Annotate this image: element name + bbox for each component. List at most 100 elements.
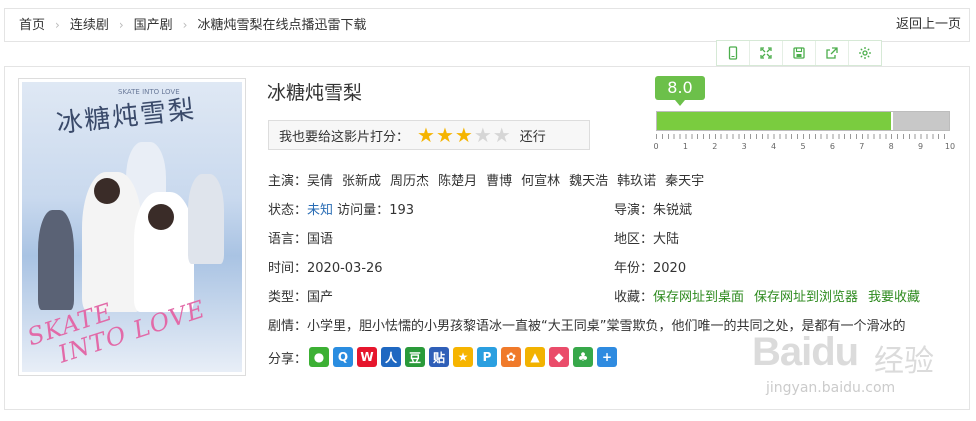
year-value: 2020 [653, 261, 687, 276]
plot-label: 剧情： [268, 319, 308, 334]
bookmark-icon[interactable]: ▲ [525, 347, 546, 367]
share-label: 分享： [268, 351, 308, 367]
cast-member-link[interactable]: 陈楚月 [438, 174, 477, 189]
breadcrumb: 首页 › 连续剧 › 国产剧 › 冰糖炖雪梨在线点播迅雷下载 [19, 9, 367, 41]
cast-member-link[interactable]: 魏天浩 [569, 174, 608, 189]
poster[interactable]: SKATE INTO LOVE 冰糖炖雪梨 SKATE INTO LOVE [18, 78, 246, 376]
year-row: 年份：2020 [614, 257, 686, 276]
status-row: 状态：未知 访问量：193 [268, 199, 414, 218]
rating-box: 我也要给这影片打分： ★ ★ ★ ★ ★ 还行 [268, 120, 590, 150]
breadcrumb-separator: › [182, 18, 188, 32]
director-row: 导演：朱锐斌 [614, 199, 692, 218]
poster-image: SKATE INTO LOVE 冰糖炖雪梨 SKATE INTO LOVE [22, 82, 242, 372]
year-label: 年份： [614, 261, 654, 276]
poster-figure [188, 174, 224, 264]
score-tick-label: 6 [829, 142, 835, 151]
type-label: 类型： [268, 290, 308, 305]
cast-member-link[interactable]: 秦天宇 [665, 174, 704, 189]
language-row: 语言：国语 [268, 228, 333, 247]
rating-star-icon[interactable]: ★ [474, 125, 492, 145]
score-tick-label: 10 [944, 142, 956, 151]
settings-button[interactable] [849, 41, 881, 65]
breadcrumb-bar: 首页 › 连续剧 › 国产剧 › 冰糖炖雪梨在线点播迅雷下载 返回上一页 [4, 8, 970, 42]
qq-icon[interactable]: Q [333, 347, 354, 367]
cast-member-link[interactable]: 韩玖诺 [617, 174, 656, 189]
cast-member-link[interactable]: 周历杰 [390, 174, 429, 189]
qzone-icon[interactable]: ★ [453, 347, 474, 367]
breadcrumb-separator: › [55, 18, 60, 32]
score-tick-label: 0 [653, 142, 659, 151]
cast-row: 主演：吴倩 张新成 周历杰 陈楚月 曹博 何宣林 魏天浩 韩玖诺 秦天宇 [268, 170, 713, 189]
renren-icon[interactable]: 人 [381, 347, 402, 367]
pengyou-icon[interactable]: P [477, 347, 498, 367]
score-badge: 8.0 [655, 76, 705, 106]
tieba-icon[interactable]: 贴 [429, 347, 450, 367]
share-out-icon [826, 47, 838, 59]
score-scale: 0 1 2 3 4 5 6 7 8 9 10 [653, 134, 955, 152]
status-value[interactable]: 未知 [307, 203, 333, 218]
score-tick-label: 2 [712, 142, 718, 151]
youdao-icon[interactable]: ◆ [549, 347, 570, 367]
breadcrumb-separator: › [118, 18, 124, 32]
breadcrumb-current: 冰糖炖雪梨在线点播迅雷下载 [197, 18, 367, 33]
save-icon [793, 47, 805, 59]
director-label: 导演： [614, 203, 654, 218]
flower-icon[interactable]: ✿ [501, 347, 522, 367]
cast-member-link[interactable]: 曹博 [486, 174, 512, 189]
rating-star-icon[interactable]: ★ [436, 125, 454, 145]
save-button[interactable] [783, 41, 816, 65]
director-value[interactable]: 朱锐斌 [653, 203, 692, 218]
plot-row: 剧情：小学里，胆小怯懦的小男孩黎语冰一直被“大王同桌”棠雪欺负，他们唯一的共同之… [268, 315, 958, 334]
cast-member-link[interactable]: 张新成 [342, 174, 381, 189]
score-tick-label: 3 [741, 142, 747, 151]
poster-figure [38, 210, 74, 310]
clover-icon[interactable]: ♣ [573, 347, 594, 367]
type-value: 国产 [307, 290, 334, 305]
breadcrumb-domestic-link[interactable]: 国产剧 [134, 18, 173, 33]
plot-text: 小学里，胆小怯懦的小男孩黎语冰一直被“大王同桌”棠雪欺负，他们唯一的共同之处，是… [307, 319, 906, 334]
score-tick-label: 8 [888, 142, 894, 151]
wechat-icon[interactable]: ● [309, 347, 330, 367]
add-favorite-link[interactable]: 我要收藏 [868, 290, 920, 305]
rating-stars: ★ ★ ★ ★ ★ [417, 125, 512, 145]
language-value: 国语 [307, 232, 334, 247]
save-to-desktop-link[interactable]: 保存网址到桌面 [653, 290, 744, 305]
rating-star-icon[interactable]: ★ [417, 125, 435, 145]
share-icons: ● Q W 人豆贴 ★ P ✿ ▲ ◆ ♣ + [307, 347, 619, 367]
cast-member-link[interactable]: 吴倩 [307, 174, 333, 189]
score-tick-label: 1 [682, 142, 688, 151]
rating-star-icon[interactable]: ★ [455, 125, 473, 145]
language-label: 语言： [268, 232, 308, 247]
poster-title: 冰糖炖雪梨 [55, 94, 198, 140]
rating-verdict: 还行 [519, 129, 546, 145]
more-icon[interactable]: + [597, 347, 618, 367]
score-tick-label: 7 [859, 142, 865, 151]
settings-icon [859, 47, 871, 59]
weibo-icon[interactable]: W [357, 347, 378, 367]
favorite-row: 收藏：保存网址到桌面 保存网址到浏览器 我要收藏 [614, 286, 930, 305]
score-tick-label: 9 [918, 142, 924, 151]
status-label: 状态： [268, 203, 308, 218]
score-bar [656, 111, 950, 131]
save-to-browser-link[interactable]: 保存网址到浏览器 [754, 290, 858, 305]
score-bar-fill [657, 112, 893, 130]
breadcrumb-home-link[interactable]: 首页 [19, 18, 45, 33]
region-row: 地区：大陆 [614, 228, 679, 247]
score-tick-label: 4 [771, 142, 777, 151]
movie-title: 冰糖炖雪梨 [267, 82, 363, 104]
date-row: 时间：2020-03-26 [268, 257, 383, 276]
type-row: 类型：国产 [268, 286, 333, 305]
fullscreen-button[interactable] [750, 41, 783, 65]
poster-figure [148, 204, 174, 230]
cast-label: 主演： [268, 174, 308, 189]
mobile-button[interactable] [717, 41, 750, 65]
region-label: 地区： [614, 232, 654, 247]
cast-list: 吴倩 张新成 周历杰 陈楚月 曹博 何宣林 魏天浩 韩玖诺 秦天宇 [307, 174, 713, 189]
share-row: 分享： ● Q W 人豆贴 ★ P ✿ ▲ ◆ ♣ + [268, 347, 619, 367]
cast-member-link[interactable]: 何宣林 [521, 174, 560, 189]
share-out-button[interactable] [816, 41, 849, 65]
back-link[interactable]: 返回上一页 [896, 9, 961, 41]
rating-star-icon[interactable]: ★ [493, 125, 511, 145]
breadcrumb-series-link[interactable]: 连续剧 [70, 18, 109, 33]
douban-icon[interactable]: 豆 [405, 347, 426, 367]
